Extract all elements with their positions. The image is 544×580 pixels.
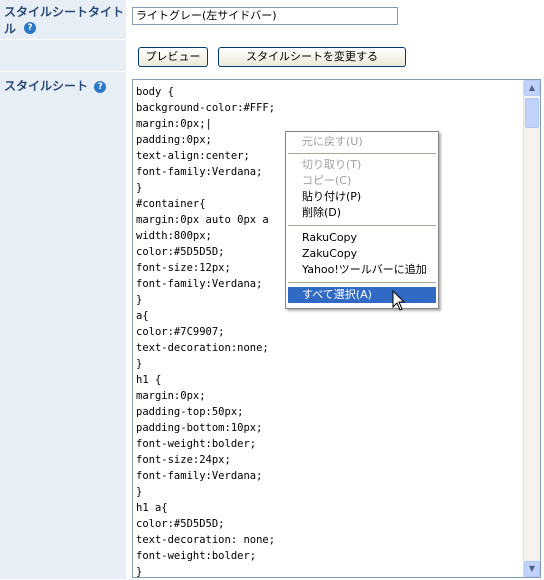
menu-item-select-all[interactable]: すべて選択(A) bbox=[288, 287, 436, 303]
code-line: font-family:Verdana; bbox=[136, 166, 263, 178]
menu-item-undo[interactable]: 元に戻す(U) bbox=[288, 134, 436, 150]
stylesheet-title-label: スタイルシートタイトル bbox=[4, 5, 125, 36]
title-label-cell: スタイルシートタイトル ? bbox=[0, 0, 126, 40]
code-line: color:#7C9907; bbox=[136, 326, 225, 338]
code-line: } bbox=[136, 358, 143, 370]
menu-item-yahoo-toolbar[interactable]: Yahoo!ツールバーに追加 bbox=[288, 262, 436, 278]
code-line: font-weight:bolder; bbox=[136, 438, 257, 450]
code-line: font-size:12px; bbox=[136, 262, 231, 274]
scroll-up-icon[interactable]: ▲ bbox=[524, 80, 540, 96]
code-line: padding:0px; bbox=[136, 134, 212, 146]
code-line: margin:0px auto 0px a bbox=[136, 214, 269, 226]
menu-item-cut[interactable]: 切り取り(T) bbox=[288, 157, 436, 173]
change-stylesheet-button[interactable]: スタイルシートを変更する bbox=[218, 47, 406, 67]
code-line: } bbox=[136, 294, 143, 306]
code-line: font-family:Verdana; bbox=[136, 278, 263, 290]
code-line: h1 { bbox=[136, 374, 162, 386]
code-line: text-decoration:none; bbox=[136, 342, 269, 354]
code-line: text-decoration: none; bbox=[136, 534, 276, 546]
menu-item-rakucopy[interactable]: RakuCopy bbox=[288, 230, 436, 246]
code-line: width:800px; bbox=[136, 230, 212, 242]
menu-separator bbox=[288, 282, 436, 283]
code-line: margin:0px; bbox=[136, 390, 206, 402]
code-line: #container{ bbox=[136, 198, 206, 210]
code-line: } bbox=[136, 486, 143, 498]
menu-item-delete[interactable]: 削除(D) bbox=[288, 205, 436, 221]
help-icon[interactable]: ? bbox=[24, 22, 36, 34]
code-line: text-align:center; bbox=[136, 150, 250, 162]
context-menu: 元に戻す(U) 切り取り(T) コピー(C) 貼り付け(P) 削除(D) Rak… bbox=[285, 131, 439, 309]
code-line: padding-top:50px; bbox=[136, 406, 244, 418]
vertical-scrollbar[interactable]: ▲ ▼ bbox=[523, 80, 540, 577]
help-icon[interactable]: ? bbox=[94, 80, 107, 93]
menu-item-zakucopy[interactable]: ZakuCopy bbox=[288, 246, 436, 262]
menu-separator bbox=[288, 225, 436, 226]
scroll-down-icon[interactable]: ▼ bbox=[524, 561, 540, 577]
code-line: } bbox=[136, 182, 143, 194]
stylesheet-label-cell: スタイルシート ? bbox=[0, 72, 126, 580]
code-line: font-size:24px; bbox=[136, 454, 231, 466]
code-line: body { bbox=[136, 86, 174, 98]
code-line: color:#5D5D5D; bbox=[136, 246, 225, 258]
scroll-thumb[interactable] bbox=[525, 98, 539, 128]
stylesheet-label: スタイルシート ? bbox=[4, 78, 107, 95]
menu-item-copy[interactable]: コピー(C) bbox=[288, 173, 436, 189]
code-line: a{ bbox=[136, 310, 149, 322]
stylesheet-title-input[interactable]: ライトグレー(左サイドバー) bbox=[132, 7, 398, 25]
code-line: font-weight:bolder; bbox=[136, 550, 257, 562]
code-line: padding-bottom:10px; bbox=[136, 422, 263, 434]
preview-button[interactable]: プレビュー bbox=[138, 47, 208, 67]
code-line: } bbox=[136, 566, 143, 578]
code-line: color:#5D5D5D; bbox=[136, 518, 225, 530]
menu-item-paste[interactable]: 貼り付け(P) bbox=[288, 189, 436, 205]
code-line: h1 a{ bbox=[136, 502, 168, 514]
mouse-pointer-icon bbox=[392, 290, 406, 311]
menu-separator bbox=[288, 153, 436, 154]
code-line: background-color:#FFF; bbox=[136, 102, 276, 114]
code-line: font-family:Verdana; bbox=[136, 470, 263, 482]
button-label-cell bbox=[0, 40, 126, 72]
code-line: margin:0px;| bbox=[136, 118, 212, 130]
code-content: body { background-color:#FFF; margin:0px;|… bbox=[136, 84, 276, 578]
